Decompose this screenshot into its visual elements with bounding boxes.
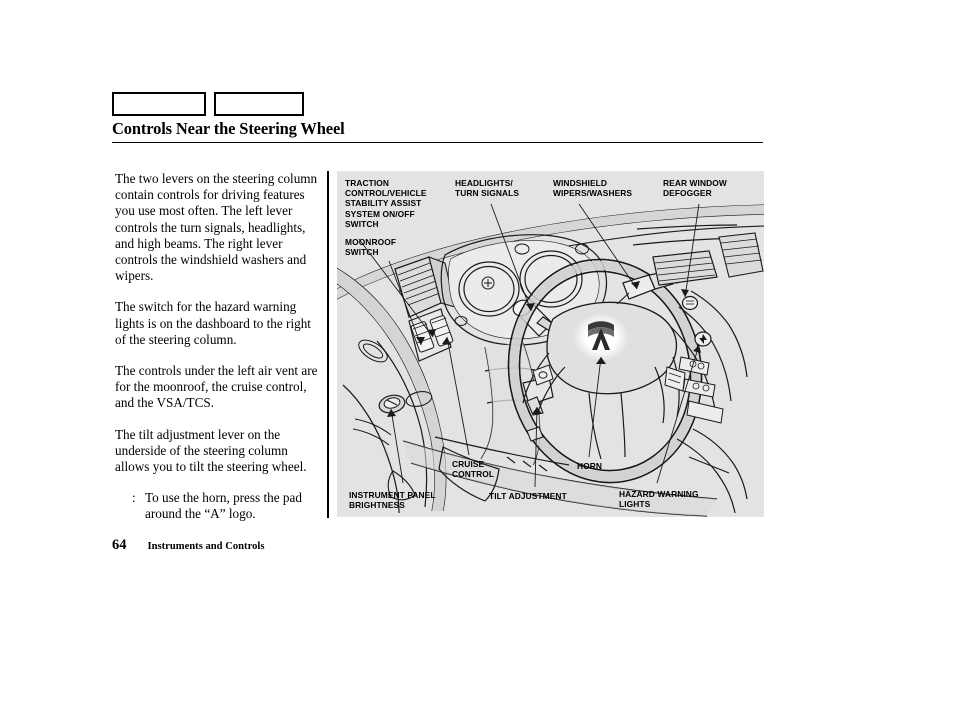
callout-moonroof-switch: MOONROOF SWITCH	[345, 237, 397, 258]
chapter-tab-2[interactable]	[214, 92, 304, 116]
figure-panel: TRACTION CONTROL/VEHICLE STABILITY ASSIS…	[337, 171, 764, 517]
page-title: Controls Near the Steering Wheel	[112, 119, 345, 138]
callout-headlights-turn-signals: HEADLIGHTS/ TURN SIGNALS	[455, 178, 520, 199]
body-paragraph-2: The switch for the hazard warning lights…	[115, 299, 311, 347]
footer-section-title: Instruments and Controls	[147, 541, 265, 552]
column-divider	[327, 171, 329, 518]
callout-horn: HORN	[577, 461, 603, 471]
callout-instrument-panel-brightness: INSTRUMENT PANEL BRIGHTNESS	[349, 490, 436, 511]
body-paragraph-4: The tilt adjustment lever on the undersi…	[115, 426, 307, 475]
callout-cruise-control: CRUISE CONTROL	[452, 459, 495, 480]
rear-window-defogger-button	[681, 295, 699, 311]
callout-windshield-wipers-washers: WINDSHIELD WIPERS/WASHERS	[553, 178, 633, 199]
title-rule	[112, 142, 763, 143]
notice-marker-icon: :	[132, 490, 136, 506]
callout-tilt-adjustment: TILT ADJUSTMENT	[489, 491, 567, 501]
notice-item: : To use the horn, press the pad around …	[115, 490, 320, 522]
notice-text: To use the horn, press the pad around th…	[145, 490, 302, 522]
chapter-tab-1[interactable]	[112, 92, 206, 116]
callout-hazard-warning-lights: HAZARD WARNING LIGHTS	[619, 489, 699, 510]
hazard-warning-lights-button	[694, 331, 712, 347]
page-footer: 64 Instruments and Controls	[112, 537, 264, 554]
chapter-tab-boxes	[112, 92, 304, 116]
body-text-column: The two levers on the steering column co…	[115, 171, 320, 523]
footer-page-number: 64	[112, 537, 127, 553]
callout-rear-window-defogger: REAR WINDOW DEFOGGER	[663, 178, 727, 199]
body-paragraph-3: The controls under the left air vent are…	[115, 363, 318, 411]
callout-traction-control: TRACTION CONTROL/VEHICLE STABILITY ASSIS…	[345, 178, 427, 229]
body-paragraph-1: The two levers on the steering column co…	[115, 171, 318, 284]
